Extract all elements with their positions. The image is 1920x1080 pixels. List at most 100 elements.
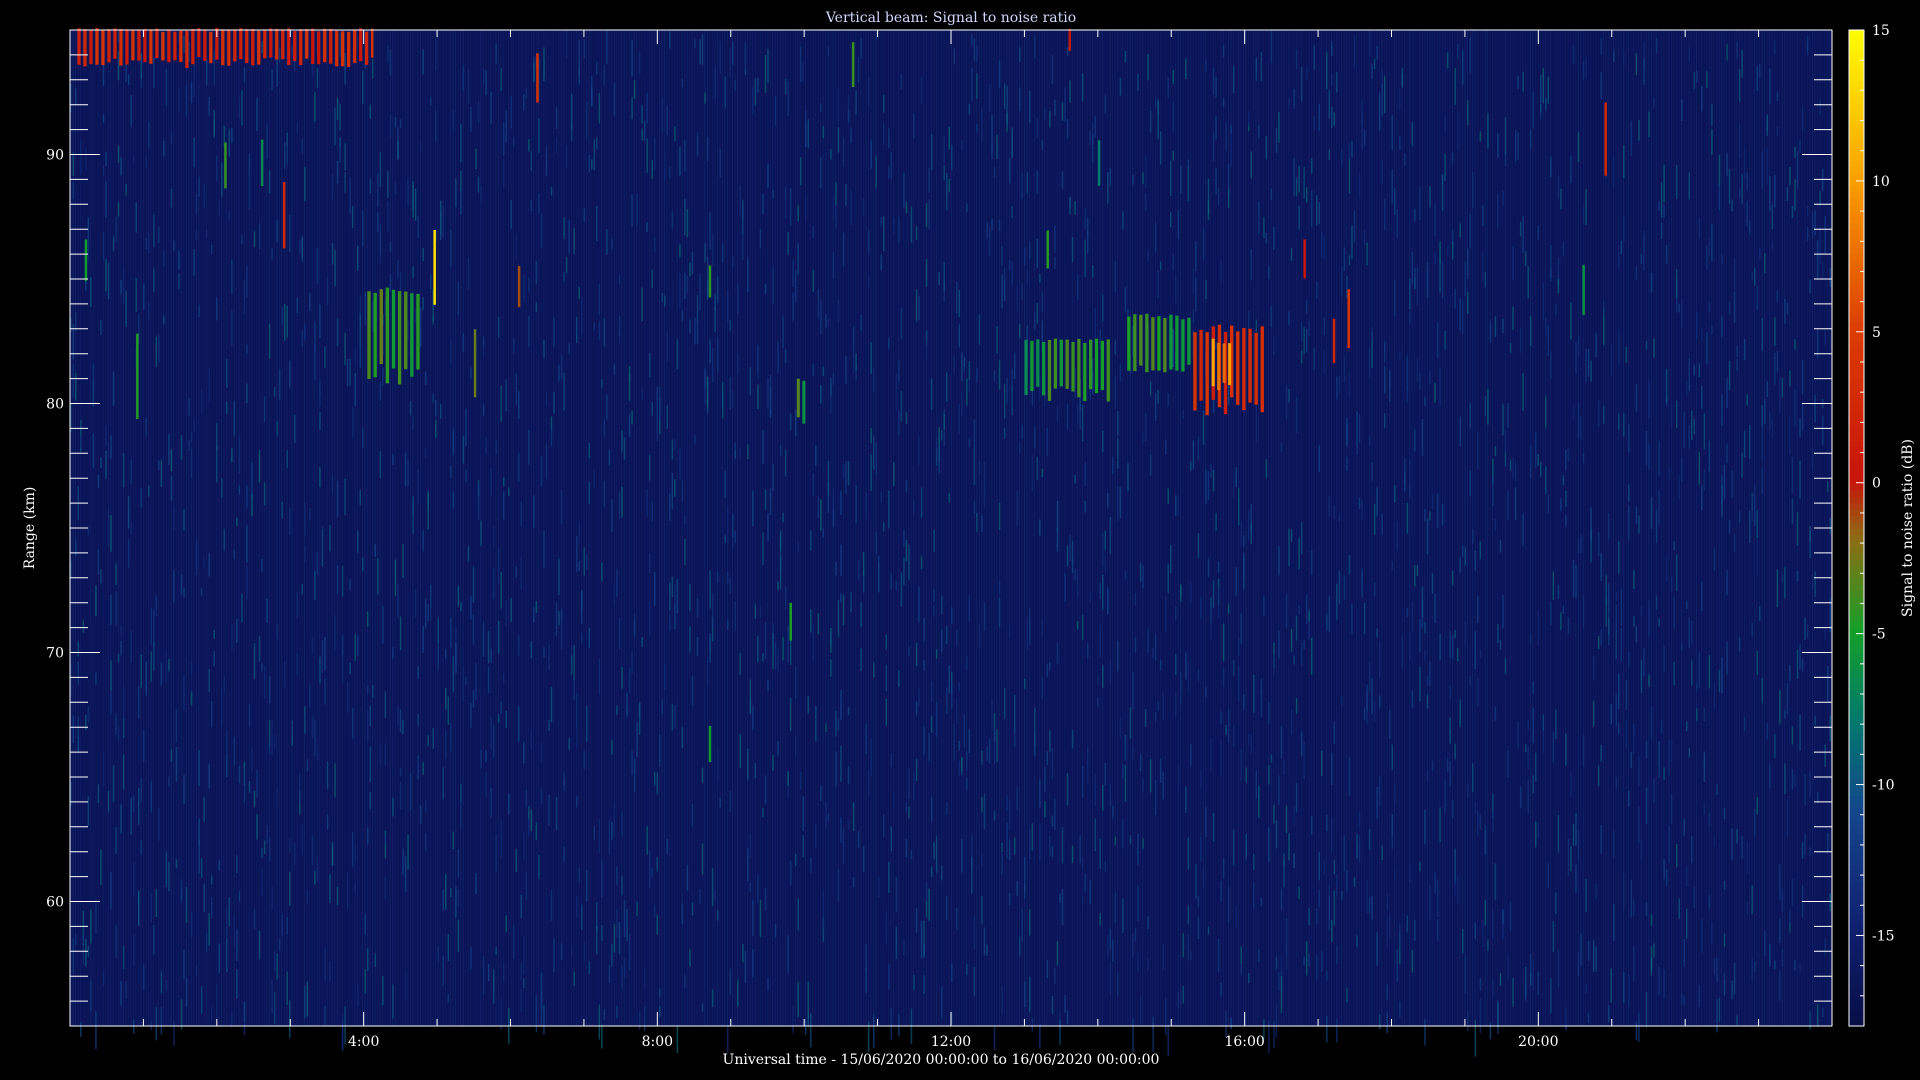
noise-segment (835, 561, 837, 576)
noise-segment (646, 222, 648, 233)
noise-segment (1794, 339, 1796, 350)
noise-segment (1826, 481, 1829, 492)
noise-segment (1326, 814, 1328, 832)
noise-segment (195, 966, 198, 977)
echo-mark (203, 30, 207, 62)
noise-segment (588, 961, 591, 974)
noise-stripe (973, 30, 975, 1026)
echo-mark (119, 29, 123, 66)
noise-segment (789, 697, 792, 731)
noise-stripe (276, 30, 278, 1026)
noise-segment (1094, 774, 1096, 807)
noise-segment (1411, 602, 1414, 632)
colorbar-segment (1849, 976, 1864, 983)
noise-segment (170, 188, 173, 208)
noise-segment (656, 857, 658, 872)
noise-segment (1607, 513, 1610, 540)
noise-segment (246, 485, 248, 509)
noise-segment (726, 571, 729, 584)
noise-segment (178, 88, 180, 112)
noise-segment (966, 378, 968, 406)
noise-segment (1182, 409, 1185, 419)
noise-segment (492, 568, 495, 600)
noise-segment (1114, 376, 1117, 408)
noise-segment (925, 259, 928, 287)
noise-segment (429, 274, 432, 290)
noise-segment (1824, 938, 1826, 956)
noise-segment (407, 460, 409, 487)
noise-segment (455, 642, 457, 674)
noise-stripe (754, 30, 756, 1026)
noise-stripe (1620, 30, 1622, 1026)
noise-segment (1623, 50, 1625, 66)
noise-stripe (120, 30, 122, 1026)
noise-segment (817, 497, 820, 519)
noise-segment (905, 479, 908, 492)
noise-stripe (447, 30, 449, 1026)
noise-segment (1157, 700, 1159, 712)
noise-stripe (510, 30, 512, 1026)
noise-stripe (794, 30, 796, 1026)
noise-segment (82, 620, 85, 633)
noise-segment (930, 797, 933, 822)
noise-segment (1517, 132, 1519, 160)
noise-stripe (1064, 30, 1066, 1026)
noise-segment (1434, 203, 1436, 237)
noise-segment (1210, 604, 1212, 624)
noise-segment (1711, 224, 1713, 262)
noise-segment (515, 566, 518, 578)
noise-segment (1039, 1023, 1041, 1049)
noise-segment (883, 216, 885, 252)
noise-segment (558, 559, 560, 596)
noise-segment (1159, 758, 1162, 784)
noise-segment (231, 260, 233, 294)
noise-segment (1774, 317, 1776, 346)
noise-segment (1482, 205, 1484, 227)
echo-mark (83, 29, 87, 67)
noise-segment (361, 557, 364, 572)
noise-segment (1618, 329, 1620, 366)
noise-segment (578, 522, 580, 544)
noise-segment (1766, 114, 1769, 137)
noise-segment (601, 925, 603, 941)
noise-segment (550, 187, 553, 196)
noise-segment (331, 841, 334, 866)
noise-segment (1545, 317, 1547, 336)
noise-segment (608, 449, 611, 466)
noise-segment (1469, 37, 1472, 73)
noise-segment (231, 127, 233, 144)
noise-segment (1577, 829, 1580, 861)
noise-segment (747, 848, 749, 882)
noise-segment (1074, 200, 1076, 215)
noise-segment (686, 864, 689, 891)
noise-segment (115, 563, 117, 586)
noise-segment (1560, 612, 1562, 631)
noise-stripe (772, 30, 774, 1026)
noise-segment (1071, 729, 1074, 749)
noise-segment (1305, 595, 1308, 624)
noise-segment (1542, 68, 1545, 104)
noise-segment (872, 662, 875, 678)
noise-segment (460, 188, 462, 215)
noise-segment (346, 681, 349, 713)
noise-stripe (1467, 30, 1469, 1026)
noise-segment (140, 840, 142, 855)
noise-segment (304, 323, 306, 341)
noise-segment (888, 862, 890, 893)
noise-segment (915, 758, 918, 782)
noise-segment (1341, 149, 1343, 165)
noise-segment (575, 692, 578, 728)
noise-segment (1748, 424, 1751, 459)
noise-segment (1069, 80, 1071, 103)
noise-segment (1527, 746, 1529, 770)
noise-segment (1484, 824, 1487, 855)
noise-segment (1499, 973, 1502, 986)
noise-segment (1222, 98, 1225, 107)
noise-segment (648, 553, 651, 574)
noise-segment (598, 1004, 601, 1040)
noise-segment (850, 127, 852, 144)
noise-stripe (1399, 30, 1401, 1026)
noise-segment (968, 361, 971, 381)
noise-segment (1011, 368, 1013, 388)
noise-segment (1718, 670, 1721, 693)
